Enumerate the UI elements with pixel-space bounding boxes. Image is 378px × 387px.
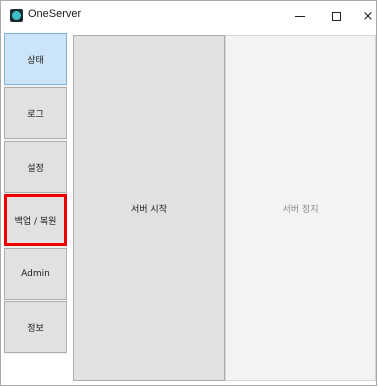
- app-logo-icon: [10, 9, 23, 22]
- sidebar-item-log[interactable]: 로그: [4, 87, 67, 139]
- maximize-icon: [331, 11, 341, 21]
- sidebar-item-admin[interactable]: Admin: [4, 248, 67, 300]
- server-stop-label: 서버 정지: [282, 204, 319, 215]
- window-title: OneServer: [28, 8, 82, 20]
- sidebar: 상태 로그 설정 백업 / 복원 Admin 정보: [4, 33, 67, 354]
- minimize-button[interactable]: [285, 1, 315, 31]
- sidebar-item-settings[interactable]: 설정: [4, 141, 67, 193]
- sidebar-item-backup-restore[interactable]: 백업 / 복원: [4, 194, 67, 246]
- sidebar-item-label: 백업 / 복원: [14, 216, 57, 227]
- sidebar-item-label: Admin: [21, 269, 50, 279]
- sidebar-item-label: 정보: [27, 323, 44, 334]
- server-start-label: 서버 시작: [131, 204, 167, 215]
- sidebar-item-status[interactable]: 상태: [4, 33, 67, 85]
- sidebar-item-label: 설정: [27, 163, 44, 174]
- server-stop-button[interactable]: 서버 정지: [225, 35, 376, 381]
- sidebar-item-info[interactable]: 정보: [4, 301, 67, 353]
- sidebar-item-label: 상태: [27, 55, 44, 66]
- title-bar[interactable]: OneServer ×: [1, 1, 376, 31]
- minimize-icon: [295, 15, 305, 17]
- close-button[interactable]: ×: [353, 1, 378, 31]
- close-icon: ×: [362, 8, 374, 24]
- sidebar-item-label: 로그: [27, 109, 44, 120]
- maximize-button[interactable]: [321, 1, 351, 31]
- server-start-button[interactable]: 서버 시작: [73, 35, 225, 381]
